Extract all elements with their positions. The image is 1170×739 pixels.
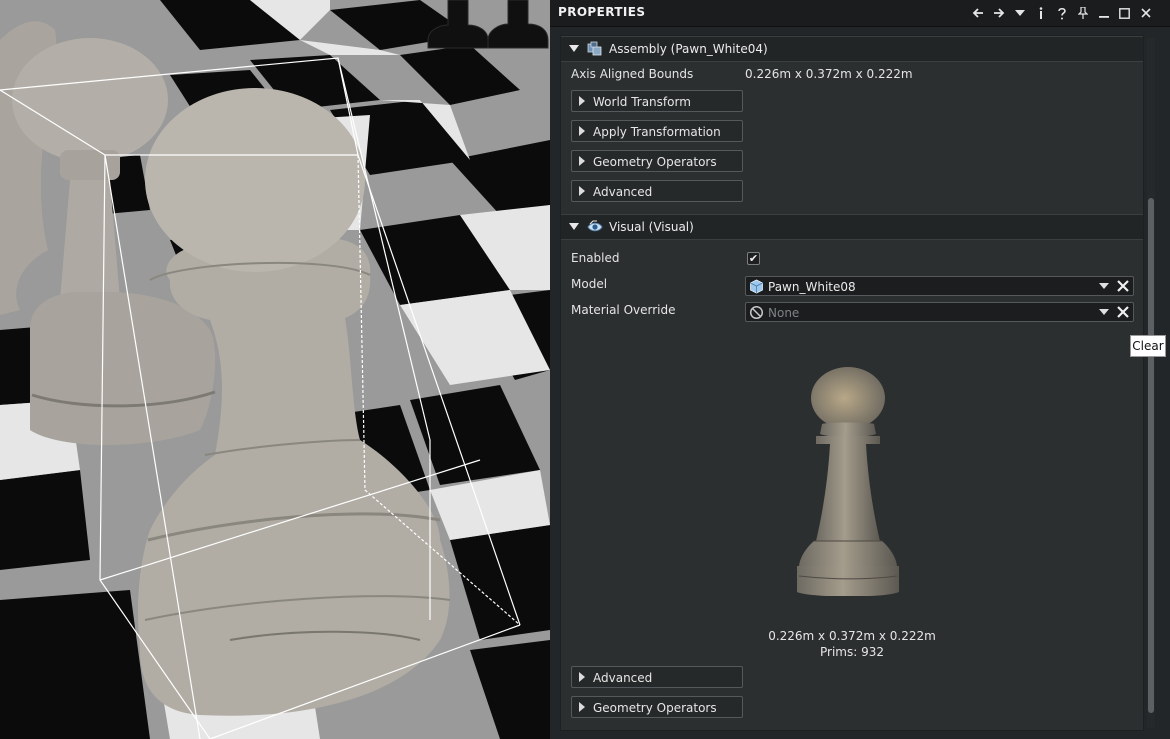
model-preview-thumbnail (797, 367, 899, 596)
enabled-checkbox[interactable]: ✔ (747, 252, 760, 265)
world-transform-button[interactable]: World Transform (571, 90, 743, 112)
visual-geometry-operators-button[interactable]: Geometry Operators (571, 696, 743, 718)
visual-eye-icon (587, 220, 603, 232)
preview-prims: Prims: 932 (820, 645, 884, 659)
geometry-operators-label: Geometry Operators (593, 155, 717, 169)
assembly-icon (587, 41, 602, 56)
model-field[interactable]: Pawn_White08 (745, 276, 1134, 296)
apply-transformation-button[interactable]: Apply Transformation (571, 120, 743, 142)
model-value: Pawn_White08 (768, 280, 856, 294)
vertical-scrollbar[interactable] (1147, 38, 1155, 728)
preview-dimensions: 0.226m x 0.372m x 0.222m (768, 629, 936, 643)
assembly-title: Assembly (Pawn_White04) (609, 42, 768, 56)
minimize-icon[interactable] (1093, 3, 1114, 23)
apply-transformation-label: Apply Transformation (593, 125, 721, 139)
clear-icon[interactable] (1116, 279, 1130, 293)
dropdown-icon[interactable] (1099, 309, 1109, 315)
dropdown-icon[interactable] (1009, 3, 1030, 23)
collapse-triangle-icon[interactable] (569, 223, 579, 230)
clear-tooltip: Clear (1130, 335, 1166, 357)
properties-panel: PROPERTIES Assembly (Pawn_White04) Axis … (550, 0, 1170, 739)
info-icon[interactable] (1030, 3, 1051, 23)
enabled-label: Enabled (571, 251, 620, 265)
back-arrow-icon[interactable] (967, 3, 988, 23)
axis-aligned-bounds-value: 0.226m x 0.372m x 0.222m (745, 67, 913, 81)
expand-arrow-icon (579, 156, 585, 166)
expand-arrow-icon (579, 672, 585, 682)
expand-arrow-icon (579, 702, 585, 712)
panel-title: PROPERTIES (558, 5, 646, 19)
none-icon (749, 305, 764, 320)
visual-advanced-label: Advanced (593, 671, 653, 685)
material-override-label: Material Override (571, 303, 676, 317)
pin-icon[interactable] (1072, 3, 1093, 23)
visual-title: Visual (Visual) (609, 220, 694, 234)
close-icon[interactable] (1135, 3, 1156, 23)
expand-arrow-icon (579, 96, 585, 106)
model-label: Model (571, 277, 608, 291)
visual-geometry-operators-label: Geometry Operators (593, 701, 717, 715)
properties-content: Assembly (Pawn_White04) Axis Aligned Bou… (560, 35, 1144, 731)
visual-section-header[interactable]: Visual (Visual) (561, 214, 1143, 240)
help-icon[interactable] (1051, 3, 1072, 23)
material-override-field[interactable]: None (745, 302, 1134, 322)
clear-icon[interactable] (1116, 305, 1130, 319)
axis-aligned-bounds-label: Axis Aligned Bounds (571, 67, 694, 81)
world-transform-label: World Transform (593, 95, 691, 109)
visual-advanced-button[interactable]: Advanced (571, 666, 743, 688)
material-override-value: None (768, 306, 800, 320)
geometry-operators-button[interactable]: Geometry Operators (571, 150, 743, 172)
expand-arrow-icon (579, 186, 585, 196)
maximize-icon[interactable] (1114, 3, 1135, 23)
advanced-label: Advanced (593, 185, 653, 199)
collapse-triangle-icon[interactable] (569, 45, 579, 52)
scrollbar-thumb[interactable] (1148, 198, 1154, 713)
panel-toolbar (967, 3, 1156, 23)
assembly-section-header[interactable]: Assembly (Pawn_White04) (561, 36, 1143, 62)
forward-arrow-icon[interactable] (988, 3, 1009, 23)
panel-titlebar: PROPERTIES (550, 0, 1170, 27)
scene-viewport[interactable] (0, 0, 550, 739)
advanced-button[interactable]: Advanced (571, 180, 743, 202)
expand-arrow-icon (579, 126, 585, 136)
viewport-canvas[interactable] (0, 0, 550, 739)
dropdown-icon[interactable] (1099, 283, 1109, 289)
cube-icon (750, 279, 763, 294)
